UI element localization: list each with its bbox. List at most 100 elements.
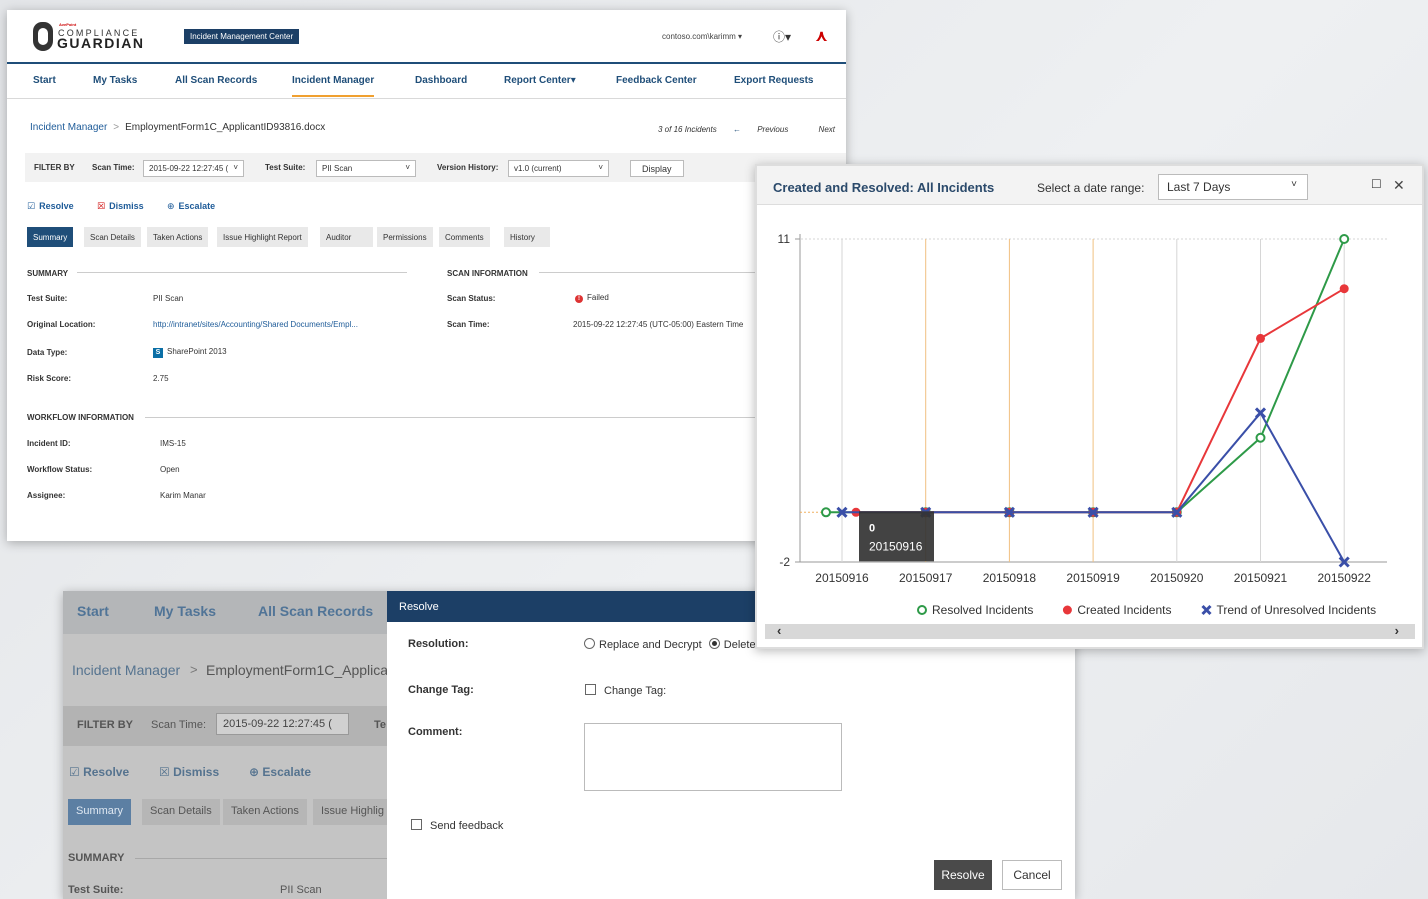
test-suite-select[interactable]: PII Scan ˅: [316, 160, 416, 177]
data-point: [1256, 333, 1265, 343]
dimmed-resolve-action: ☑ Resolve: [69, 765, 130, 779]
pager-position: 3 of 16 Incidents: [658, 125, 717, 134]
incident-detail-window: AvePoint COMPLIANCE GUARDIAN Incident Ma…: [7, 10, 846, 541]
data-point: [821, 507, 831, 518]
close-icon[interactable]: ✕: [1393, 177, 1405, 194]
help-icon[interactable]: ⓘ▾: [773, 28, 795, 44]
chart-header: Created and Resolved: All Incidents Sele…: [757, 166, 1422, 205]
legend-label: Trend of Unresolved Incidents: [1217, 603, 1377, 617]
scroll-left-icon[interactable]: ‹: [777, 623, 781, 638]
scan-time-select[interactable]: 2015-09-22 12:27:45 ( ˅: [143, 160, 244, 177]
scroll-right-icon[interactable]: ›: [1395, 623, 1399, 638]
nav-incident-manager[interactable]: Incident Manager: [292, 75, 375, 97]
scan-status-value: ! Failed: [575, 293, 609, 303]
original-location-link[interactable]: http://intranet/sites/Accounting/Shared …: [153, 320, 358, 329]
dimmed-nav-my-tasks: My Tasks: [154, 603, 216, 619]
tab-auditor[interactable]: Auditor: [320, 227, 373, 247]
divider: [145, 417, 846, 418]
legend-label: Resolved Incidents: [932, 603, 1033, 617]
comment-textarea[interactable]: [584, 723, 842, 791]
data-type-text: SharePoint 2013: [167, 347, 227, 356]
nav-start[interactable]: Start: [33, 75, 56, 86]
checkbox-icon: [585, 684, 596, 695]
cancel-button[interactable]: Cancel: [1002, 860, 1062, 890]
user-name: contoso.com\karimm: [662, 32, 736, 41]
dismiss-action[interactable]: ☒ Dismiss: [97, 201, 144, 212]
replace-decrypt-option[interactable]: Replace and Decrypt: [584, 638, 702, 651]
nav-my-tasks[interactable]: My Tasks: [93, 75, 137, 86]
dimmed-nav-all-scan-records: All Scan Records: [258, 603, 374, 619]
version-history-select[interactable]: v1.0 (current) ˅: [508, 160, 609, 177]
user-menu[interactable]: contoso.com\karimm ▾: [662, 32, 742, 41]
next-link[interactable]: Next →: [819, 125, 846, 134]
tab-comments[interactable]: Comments: [439, 227, 490, 247]
nav-report-center[interactable]: Report Center▾: [504, 75, 576, 86]
chevron-down-icon: ˅: [405, 163, 410, 172]
dimmed-tab-taken-actions: Taken Actions: [223, 799, 307, 825]
escalate-action[interactable]: ⊕ Escalate: [167, 201, 215, 212]
workflow-status-label: Workflow Status:: [27, 465, 93, 474]
nav-export-requests[interactable]: Export Requests: [734, 75, 813, 86]
dimmed-breadcrumb-current: EmploymentForm1C_Applican: [206, 662, 396, 678]
nav-dashboard[interactable]: Dashboard: [415, 75, 467, 86]
breadcrumb-root[interactable]: Incident Manager: [30, 122, 107, 133]
test-suite-value: PII Scan: [322, 164, 353, 173]
tab-issue-highlight-report[interactable]: Issue Highlight Report: [217, 227, 308, 247]
next-label: Next: [818, 125, 835, 134]
maximize-icon[interactable]: ☐: [1371, 177, 1382, 191]
display-button[interactable]: Display: [630, 160, 684, 177]
tab-summary[interactable]: Summary: [27, 227, 74, 247]
pager: 3 of 16 Incidents ← Previous Next →: [658, 125, 846, 134]
date-range-select[interactable]: Last 7 Days ˅: [1158, 174, 1308, 200]
previous-link[interactable]: ← Previous: [733, 125, 802, 134]
resolution-options: Replace and Decrypt Delete: [584, 638, 756, 651]
legend-label: Created Incidents: [1077, 603, 1171, 617]
send-feedback-label: Send feedback: [430, 820, 504, 832]
comment-label: Comment:: [408, 726, 463, 738]
workflow-section-title: WORKFLOW INFORMATION: [27, 413, 134, 422]
send-feedback-checkbox[interactable]: Send feedback: [411, 819, 503, 832]
original-location-label: Original Location:: [27, 320, 96, 329]
app-title-badge: Incident Management Center: [184, 29, 300, 44]
dimmed-tab-scan-details: Scan Details: [142, 799, 220, 825]
x-tick-label: 20150916: [815, 571, 869, 585]
edit-check-icon: ☑: [27, 201, 36, 211]
tab-permissions[interactable]: Permissions: [377, 227, 433, 247]
resolve-action[interactable]: ☑ Resolve: [27, 201, 74, 212]
chevron-down-icon: ˅: [233, 163, 238, 172]
tab-scan-details[interactable]: Scan Details: [84, 227, 141, 247]
test-suite-field-label: Test Suite:: [27, 294, 68, 303]
tooltip-category: 20150916: [869, 539, 923, 553]
chart-scrollbar[interactable]: ‹ ›: [765, 623, 1415, 639]
change-tag-checkbox[interactable]: Change Tag:: [585, 684, 666, 697]
tab-taken-actions[interactable]: Taken Actions: [147, 227, 209, 247]
tab-history[interactable]: History: [504, 227, 550, 247]
series-line: [856, 287, 1345, 514]
data-type-label: Data Type:: [27, 348, 68, 357]
nav-all-scan-records[interactable]: All Scan Records: [175, 75, 257, 86]
scan-time-value: 2015-09-22 12:27:45 (: [149, 164, 229, 173]
chart-title: Created and Resolved: All Incidents: [773, 180, 995, 195]
y-tick-label: 11: [778, 232, 791, 246]
summary-section-title: SUMMARY: [27, 269, 69, 278]
divider: [77, 272, 407, 273]
date-range-label: Select a date range:: [1037, 181, 1145, 195]
version-history-label: Version History:: [437, 163, 499, 172]
breadcrumb-current: EmploymentForm1C_ApplicantID93816.docx: [125, 122, 326, 133]
caret-down-icon: ▾: [735, 32, 743, 41]
scan-time-field-label: Scan Time:: [447, 320, 490, 329]
risk-score-label: Risk Score:: [27, 374, 72, 383]
test-suite-label: Test Suite:: [265, 163, 306, 172]
logo-bottom-text: GUARDIAN: [57, 35, 145, 51]
nav-feedback-center[interactable]: Feedback Center: [616, 75, 697, 86]
y-tick-label: -2: [779, 555, 790, 569]
resolve-button[interactable]: Resolve: [934, 860, 992, 890]
assignee-value: Karim Manar: [160, 491, 206, 500]
filter-label: FILTER BY: [34, 163, 75, 172]
dimmed-test-suite-value: PII Scan: [280, 884, 322, 896]
notification-flag-icon[interactable]: ⋏: [815, 26, 828, 46]
delete-option[interactable]: Delete: [708, 638, 756, 651]
assignee-label: Assignee:: [27, 491, 66, 500]
radio-unchecked-icon: [584, 638, 595, 649]
dimmed-nav-start: Start: [77, 603, 109, 619]
